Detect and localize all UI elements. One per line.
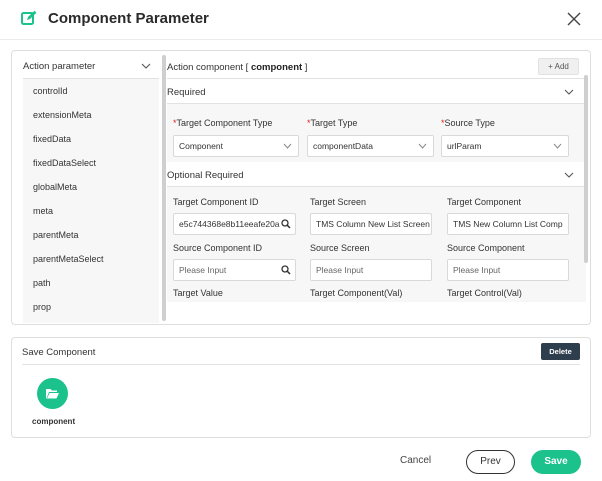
chevron-down-icon <box>418 143 427 149</box>
folder-open-icon <box>46 389 59 399</box>
list-item[interactable]: controlId <box>33 79 159 103</box>
save-button[interactable]: Save <box>531 450 581 474</box>
prev-button[interactable]: Prev <box>466 450 515 474</box>
close-icon[interactable] <box>566 11 582 27</box>
source-type-label: *Source Type <box>441 118 495 128</box>
optional-section-title: Optional Required <box>167 170 244 181</box>
source-type-select[interactable]: urlParam <box>441 135 569 157</box>
list-item[interactable]: fixedDataSelect <box>33 151 159 175</box>
list-item[interactable]: parentMetaSelect <box>33 247 159 271</box>
action-parameter-list: controlId extensionMeta fixedData fixedD… <box>23 79 159 323</box>
source-component-id-field[interactable]: Please Input <box>173 259 296 281</box>
source-component-field[interactable]: Please Input <box>447 259 569 281</box>
action-parameter-title: Action parameter <box>23 61 96 72</box>
source-component-id-label: Source Component ID <box>173 243 263 253</box>
chevron-down-icon <box>283 143 292 149</box>
dialog-header: Component Parameter <box>0 0 602 40</box>
component-label: component <box>32 417 76 426</box>
search-icon[interactable] <box>281 265 291 275</box>
list-item[interactable]: parentMeta <box>33 223 159 247</box>
target-component-field[interactable]: TMS New Column List Comp <box>447 213 569 235</box>
right-scrollbar[interactable] <box>584 75 588 263</box>
target-component-id-label: Target Component ID <box>173 197 259 207</box>
list-item[interactable]: extensionMeta <box>33 103 159 127</box>
list-item[interactable]: prop <box>33 295 159 319</box>
cancel-button[interactable]: Cancel <box>400 455 431 466</box>
parameter-panel: Action parameter controlId extensionMeta… <box>11 50 591 325</box>
target-component-val-label: Target Component(Val) <box>310 288 403 298</box>
list-item[interactable]: globalMeta <box>33 175 159 199</box>
target-value-label: Target Value <box>173 288 223 298</box>
optional-section: Target Component ID e5c744368e8b11eeafe2… <box>167 187 586 302</box>
target-type-label: *Target Type <box>307 118 358 128</box>
required-section-title: Required <box>167 87 206 98</box>
dialog-title: Component Parameter <box>48 10 209 27</box>
source-screen-field[interactable]: Please Input <box>310 259 432 281</box>
target-type-select[interactable]: componentData <box>307 135 434 157</box>
action-parameter-header[interactable]: Action parameter <box>23 57 159 79</box>
chevron-down-icon[interactable] <box>564 171 574 179</box>
save-component-title: Save Component <box>22 347 96 358</box>
required-section-header[interactable]: Required <box>167 79 586 104</box>
list-item[interactable]: path <box>33 271 159 295</box>
chevron-down-icon <box>553 143 562 149</box>
source-screen-label: Source Screen <box>310 243 370 253</box>
action-parameter-column: Action parameter controlId extensionMeta… <box>23 57 159 323</box>
add-button[interactable]: + Add <box>538 58 579 75</box>
component-avatar[interactable] <box>37 378 68 409</box>
left-scrollbar[interactable] <box>162 55 166 321</box>
edit-icon <box>21 10 37 25</box>
action-component-title: Action component [ component ] <box>167 62 308 73</box>
save-component-panel: Save Component Delete component <box>11 337 591 438</box>
action-component-value: component <box>250 62 303 73</box>
required-section: *Target Component Type Component *Target… <box>167 104 586 162</box>
chevron-down-icon[interactable] <box>141 62 151 70</box>
action-component-header: Action component [ component ] + Add <box>167 57 586 79</box>
target-screen-field[interactable]: TMS Column New List Screen <box>310 213 432 235</box>
list-item[interactable]: fixedData <box>33 127 159 151</box>
source-component-label: Source Component <box>447 243 525 253</box>
target-component-type-label: *Target Component Type <box>173 118 273 128</box>
delete-button[interactable]: Delete <box>541 343 580 360</box>
chevron-down-icon[interactable] <box>564 88 574 96</box>
target-component-type-select[interactable]: Component <box>173 135 299 157</box>
target-control-val-label: Target Control(Val) <box>447 288 522 298</box>
target-component-id-field[interactable]: e5c744368e8b11eeafe20a <box>173 213 296 235</box>
list-item[interactable]: meta <box>33 199 159 223</box>
target-screen-label: Target Screen <box>310 197 367 207</box>
optional-section-header[interactable]: Optional Required <box>167 162 586 187</box>
action-component-column: Action component [ component ] + Add Req… <box>167 57 586 323</box>
target-component-label: Target Component <box>447 197 522 207</box>
component-tile[interactable]: component <box>32 376 76 428</box>
save-component-header: Save Component <box>22 338 580 365</box>
search-icon[interactable] <box>281 219 291 229</box>
